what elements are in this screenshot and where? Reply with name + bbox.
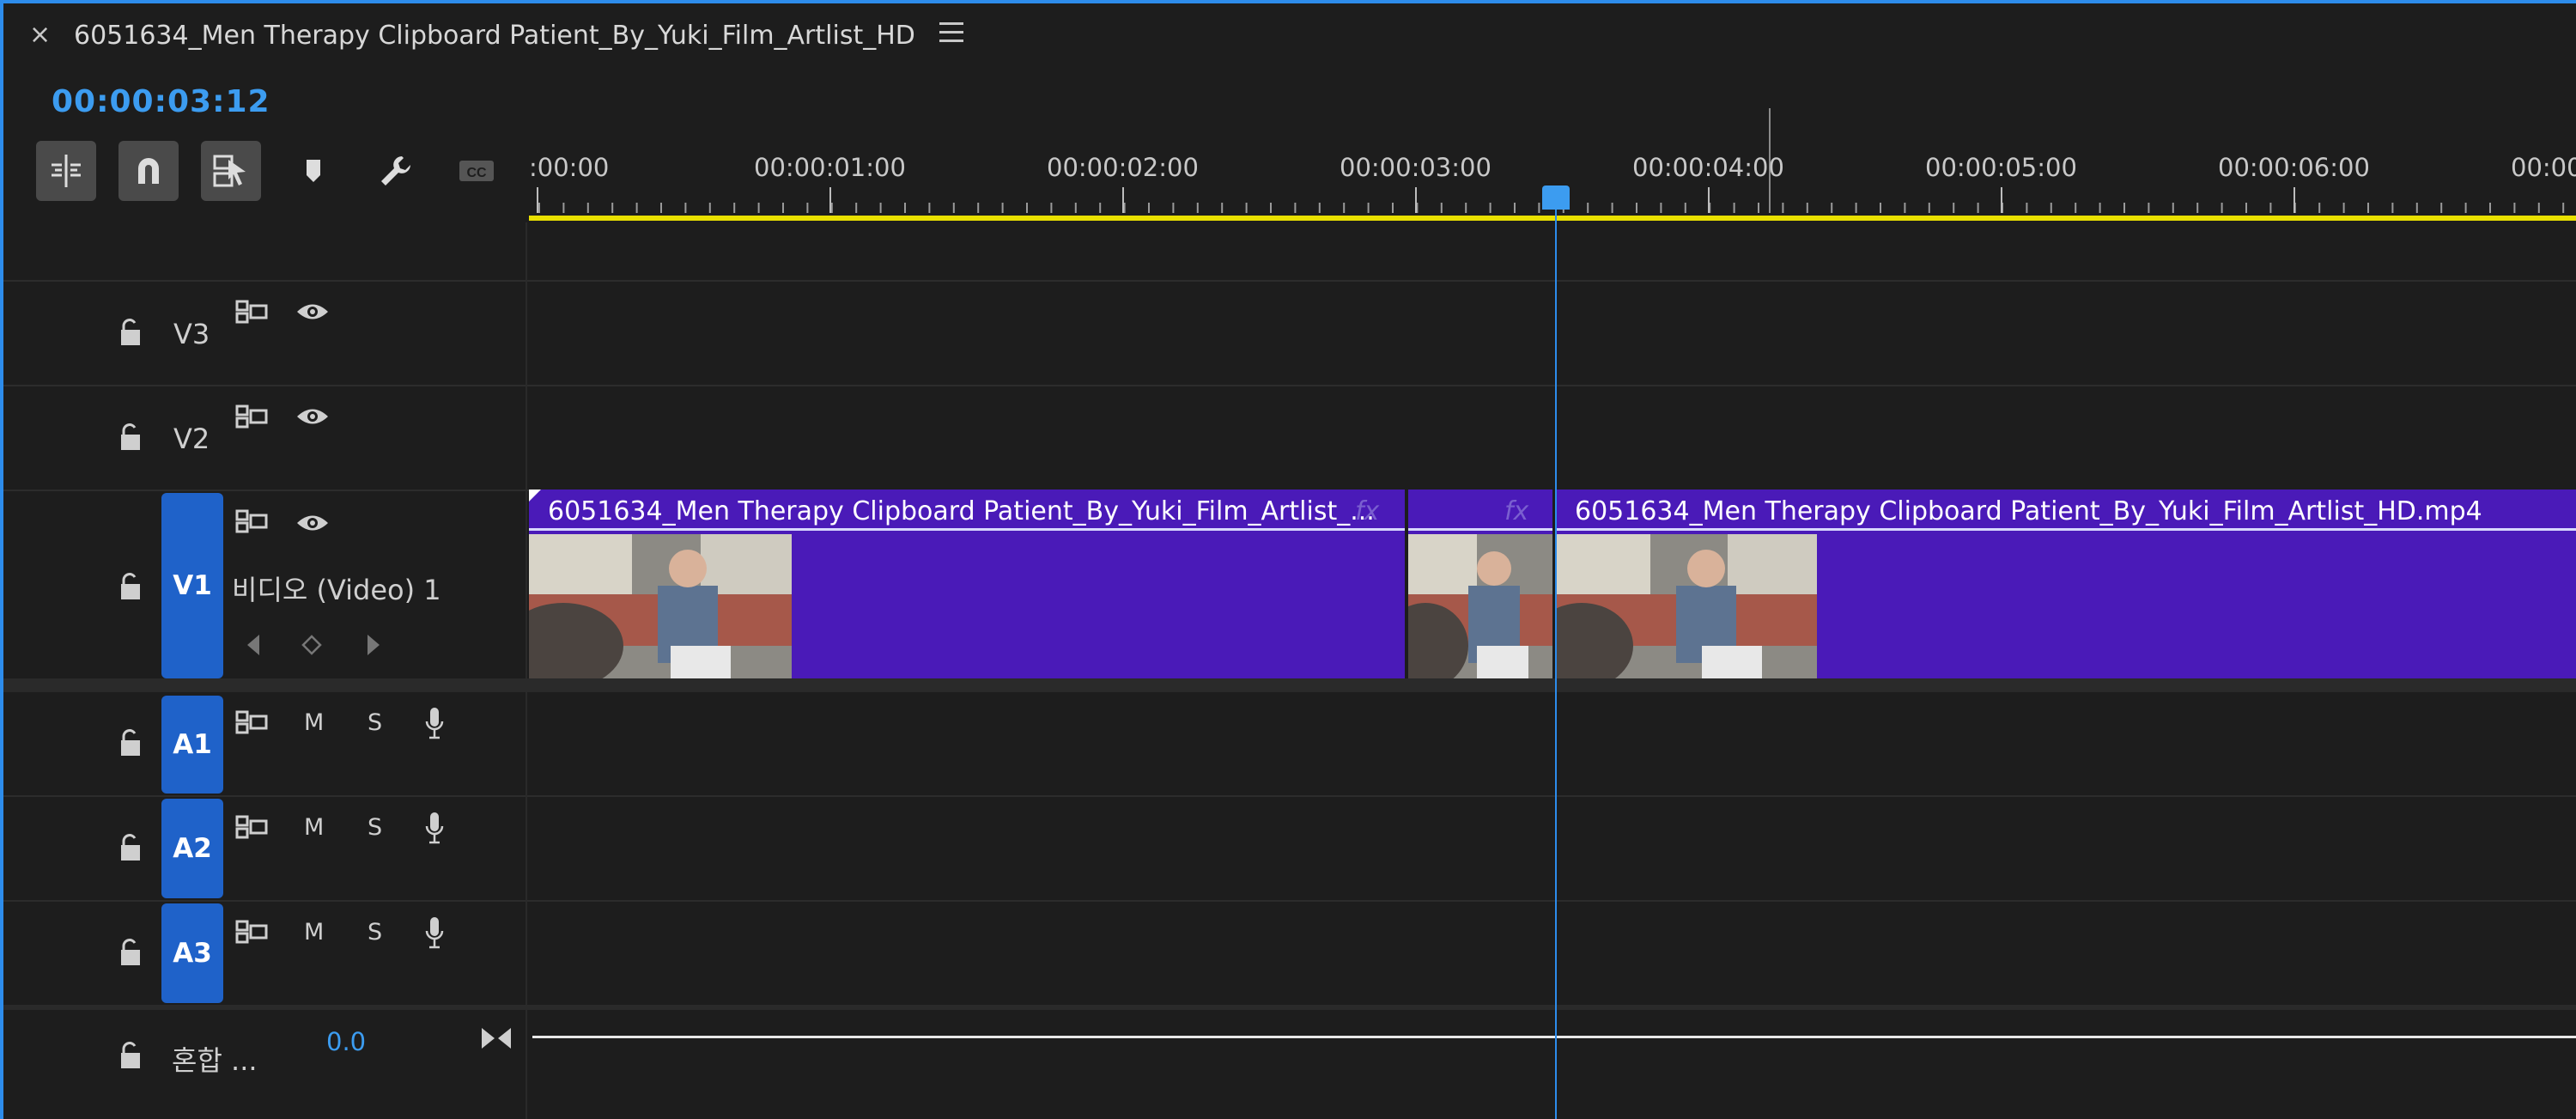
eye-icon[interactable]	[295, 405, 330, 428]
next-keyframe-icon[interactable]	[364, 632, 383, 658]
ruler-label: :00:00	[529, 153, 610, 182]
track-separator	[3, 900, 2576, 902]
previous-keyframe-icon[interactable]	[244, 632, 263, 658]
track-label-v3: V3	[173, 318, 210, 350]
track-separator	[3, 795, 2576, 797]
ruler-label: 00:00:04:00	[1632, 153, 1784, 182]
track-target-a2[interactable]: A2	[161, 799, 223, 898]
ruler-label: 00:00	[2511, 153, 2576, 182]
sync-lock-icon[interactable]	[235, 709, 268, 735]
add-keyframe-icon[interactable]	[301, 634, 323, 656]
linked-selection-icon[interactable]	[201, 141, 261, 201]
mute-button[interactable]: M	[304, 709, 324, 736]
microphone-icon[interactable]	[424, 915, 445, 950]
snap-icon[interactable]	[118, 141, 179, 201]
mute-button[interactable]: M	[304, 814, 324, 841]
track-separator	[3, 280, 2576, 282]
playhead-timecode[interactable]: 00:00:03:12	[52, 84, 270, 119]
clip-header: 6051634_Men Therapy Clipboard Patient_By…	[529, 490, 1405, 531]
lock-icon[interactable]	[117, 318, 144, 347]
add-marker-icon[interactable]	[283, 141, 343, 201]
solo-button[interactable]: S	[368, 709, 382, 736]
microphone-icon[interactable]	[424, 811, 445, 845]
clip-title: 6051634_Men Therapy Clipboard Patient_By…	[548, 496, 1375, 526]
clip-thumbnail	[1408, 534, 1552, 678]
mix-track-label: 혼합 ...	[172, 1044, 258, 1077]
eye-icon[interactable]	[295, 512, 330, 534]
playhead-line[interactable]	[1555, 210, 1557, 1119]
track-separator	[3, 490, 529, 491]
track-target-a1[interactable]: A1	[161, 696, 223, 794]
fx-badge-icon: fx	[1504, 496, 1529, 526]
sync-lock-icon[interactable]	[235, 404, 268, 429]
video-clip[interactable]: fx	[1408, 490, 1552, 678]
sync-lock-icon[interactable]	[235, 919, 268, 945]
microphone-icon[interactable]	[424, 706, 445, 740]
ruler-label: 00:00:02:00	[1047, 153, 1199, 182]
track-target-a3[interactable]: A3	[161, 903, 223, 1003]
wrench-icon[interactable]	[366, 141, 426, 201]
mix-panner-icon[interactable]	[479, 1025, 513, 1051]
track-target-v1[interactable]: V1	[161, 493, 223, 678]
close-tab-button[interactable]: ×	[29, 22, 51, 48]
clip-header: 6051634_Men Therapy Clipboard Patient_By…	[1556, 490, 2576, 531]
work-area-bar[interactable]	[529, 216, 2576, 221]
lock-icon[interactable]	[117, 938, 144, 967]
lock-icon[interactable]	[117, 728, 144, 757]
ruler-label: 00:00:05:00	[1925, 153, 2077, 182]
ruler-label: 00:00:06:00	[2218, 153, 2370, 182]
solo-button[interactable]: S	[368, 919, 382, 946]
lock-icon[interactable]	[117, 1041, 144, 1070]
header-divider[interactable]	[526, 222, 527, 1119]
svg-text:CC: CC	[466, 166, 487, 180]
mix-volume-value[interactable]: 0.0	[326, 1027, 366, 1056]
lock-icon[interactable]	[117, 833, 144, 862]
playhead-handle[interactable]	[1542, 185, 1570, 210]
lock-icon[interactable]	[117, 423, 144, 452]
video-audio-divider[interactable]	[3, 678, 2576, 692]
video-clip[interactable]: 6051634_Men Therapy Clipboard Patient_By…	[529, 490, 1405, 678]
sequence-tab-title[interactable]: 6051634_Men Therapy Clipboard Patient_By…	[74, 21, 915, 52]
track-name-v1: 비디오 (Video) 1	[232, 574, 441, 606]
timeline-panel: × 6051634_Men Therapy Clipboard Patient_…	[0, 0, 2576, 1119]
captions-icon[interactable]: CC	[447, 141, 507, 201]
ruler-label: 00:00:01:00	[754, 153, 906, 182]
clip-thumbnail	[1556, 534, 1817, 678]
eye-icon[interactable]	[295, 301, 330, 323]
mute-button[interactable]: M	[304, 919, 324, 946]
mix-volume-line[interactable]	[532, 1036, 2576, 1038]
sync-lock-icon[interactable]	[235, 814, 268, 840]
sync-lock-icon[interactable]	[235, 508, 268, 534]
fx-badge-icon: fx	[1355, 496, 1380, 526]
solo-button[interactable]: S	[368, 814, 382, 841]
ruler-label: 00:00:03:00	[1340, 153, 1492, 182]
lock-icon[interactable]	[117, 572, 144, 601]
clip-title: 6051634_Men Therapy Clipboard Patient_By…	[1575, 496, 2482, 526]
insert-nest-icon[interactable]	[36, 141, 96, 201]
track-label-v2: V2	[173, 423, 210, 455]
track-separator	[3, 1005, 2576, 1010]
video-clip[interactable]: 6051634_Men Therapy Clipboard Patient_By…	[1556, 490, 2576, 678]
track-separator	[3, 385, 2576, 386]
clip-header: fx	[1408, 490, 1552, 531]
panel-menu-icon[interactable]	[939, 22, 963, 45]
sync-lock-icon[interactable]	[235, 299, 268, 325]
clip-thumbnail	[529, 534, 792, 678]
